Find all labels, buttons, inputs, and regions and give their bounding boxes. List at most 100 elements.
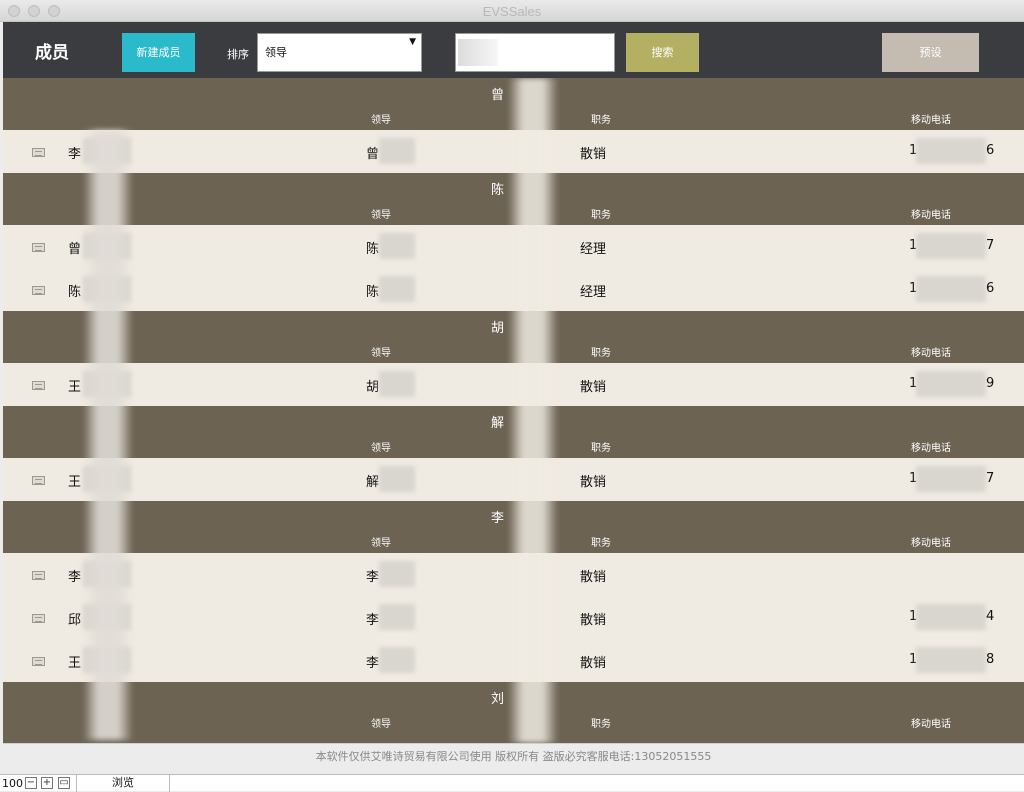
member-list[interactable]: 曾领导 职务 移动电话李曾散销 1 6 陈领导 职务 移动电话曾陈经理 1 7 陈陈经理 1 6 胡领导职… [3,78,1024,743]
table-row[interactable]: 李 李 散销 [3,553,1024,596]
redacted-name [83,138,131,164]
column-header-leader: 领导 [371,348,391,359]
member-name: 邱 [68,613,82,628]
zoom-level[interactable]: 100 [2,777,23,790]
redacted-name [83,604,131,630]
redacted-leader [379,233,415,259]
member-role: 散销 [580,570,607,585]
redacted-leader [379,561,415,587]
redacted-name [83,276,131,302]
member-role: 散销 [580,475,607,490]
new-member-button[interactable]: 新建成员 [122,33,195,72]
column-header-role: 职务 [591,538,611,549]
title-bar[interactable]: EVSSales [0,0,1024,22]
group-leader-name: 李 [491,511,505,526]
redacted-leader [379,604,415,630]
group-leader-name: 陈 [491,183,505,198]
column-header-phone: 移动电话 [911,719,951,730]
table-row[interactable]: 王解散销 1 7 [3,458,1024,501]
card-icon[interactable] [32,657,45,666]
phone-suffix: 6 [986,143,995,158]
redacted-name [83,371,131,397]
column-header-role: 职务 [591,210,611,221]
table-row[interactable]: 曾陈经理 1 7 [3,225,1024,268]
table-row[interactable]: 邱李散销 1 4 [3,596,1024,639]
card-icon[interactable] [32,286,45,295]
member-role: 经理 [580,242,607,257]
member-role: 散销 [580,613,607,628]
member-leader: 李 [366,656,380,671]
member-role: 经理 [580,285,607,300]
search-button[interactable]: 搜索 [626,33,699,72]
table-row[interactable]: 李曾散销 1 6 [3,130,1024,173]
member-leader: 李 [366,613,380,628]
browse-mode-label: 浏览 [76,775,170,792]
sort-select[interactable]: 领导 ▼ [257,33,422,72]
redacted-name [83,561,131,587]
redacted-leader [379,276,415,302]
preset-button[interactable]: 预设 [882,33,979,72]
member-leader: 解 [366,475,380,490]
zoom-in-button[interactable]: + [41,777,53,789]
phone-suffix: 7 [986,238,995,253]
redacted-phone [916,138,986,164]
phone-suffix: 9 [986,376,995,391]
group-header: 胡领导 职务 移动电话 [3,311,1024,363]
column-header-phone: 移动电话 [911,348,951,359]
page-title: 成员 [35,43,69,63]
redacted-leader [379,138,415,164]
member-name: 陈 [68,285,82,300]
column-header-role: 职务 [591,719,611,730]
column-header-phone: 移动电话 [911,115,951,126]
table-row[interactable]: 王李散销 1 8 [3,639,1024,682]
table-row[interactable]: 王胡散销 1 9 [3,363,1024,406]
member-leader: 陈 [366,285,380,300]
card-icon[interactable] [32,381,45,390]
table-row[interactable]: 陈陈经理 1 6 [3,268,1024,311]
status-bar: 100 − + ▭ 浏览 [0,774,1024,792]
zoom-out-button[interactable]: − [25,777,37,789]
redacted-search-text [458,39,498,66]
group-header: 刘领导 职务 移动电话 [3,682,1024,734]
column-header-leader: 领导 [371,210,391,221]
chevron-down-icon: ▼ [409,37,416,47]
redacted-name [83,233,131,259]
sort-label: 排序 [227,48,249,61]
redacted-phone [916,276,986,302]
column-header-role: 职务 [591,115,611,126]
group-header: 曾领导 职务 移动电话 [3,78,1024,130]
group-leader-name: 曾 [491,88,505,103]
card-icon[interactable] [32,243,45,252]
member-name: 王 [68,656,82,671]
app-window: EVSSales 成员 新建成员 排序 领导 ▼ 搜索 预设 曾领导 职务 移动电话… [0,0,1024,792]
phone-suffix: 6 [986,281,995,296]
sort-selected-value: 领导 [265,46,287,59]
member-leader: 胡 [366,380,380,395]
redacted-leader [379,647,415,673]
redacted-leader [379,371,415,397]
card-icon[interactable] [32,476,45,485]
card-icon[interactable] [32,148,45,157]
redacted-phone [916,647,986,673]
card-icon[interactable] [32,571,45,580]
redacted-leader [379,466,415,492]
phone-suffix: 8 [986,652,995,667]
member-leader: 陈 [366,242,380,257]
member-name: 李 [68,147,82,162]
redacted-phone [916,604,986,630]
search-input[interactable] [455,33,615,72]
member-leader: 李 [366,570,380,585]
phone-suffix: 4 [986,609,995,624]
member-name: 王 [68,475,82,490]
column-header-phone: 移动电话 [911,443,951,454]
redacted-phone [916,371,986,397]
copyright-text: 本软件仅供艾唯诗贸易有限公司使用 版权所有 盗版必究客服电话:130520515… [315,750,712,763]
group-header: 陈领导 职务 移动电话 [3,173,1024,225]
redacted-name [83,647,131,673]
group-leader-name: 刘 [491,692,505,707]
toggle-statusbar-button[interactable]: ▭ [58,777,70,789]
member-name: 李 [68,570,82,585]
card-icon[interactable] [32,614,45,623]
group-leader-name: 胡 [491,321,505,336]
footer: 本软件仅供艾唯诗贸易有限公司使用 版权所有 盗版必究客服电话:130520515… [3,743,1024,773]
